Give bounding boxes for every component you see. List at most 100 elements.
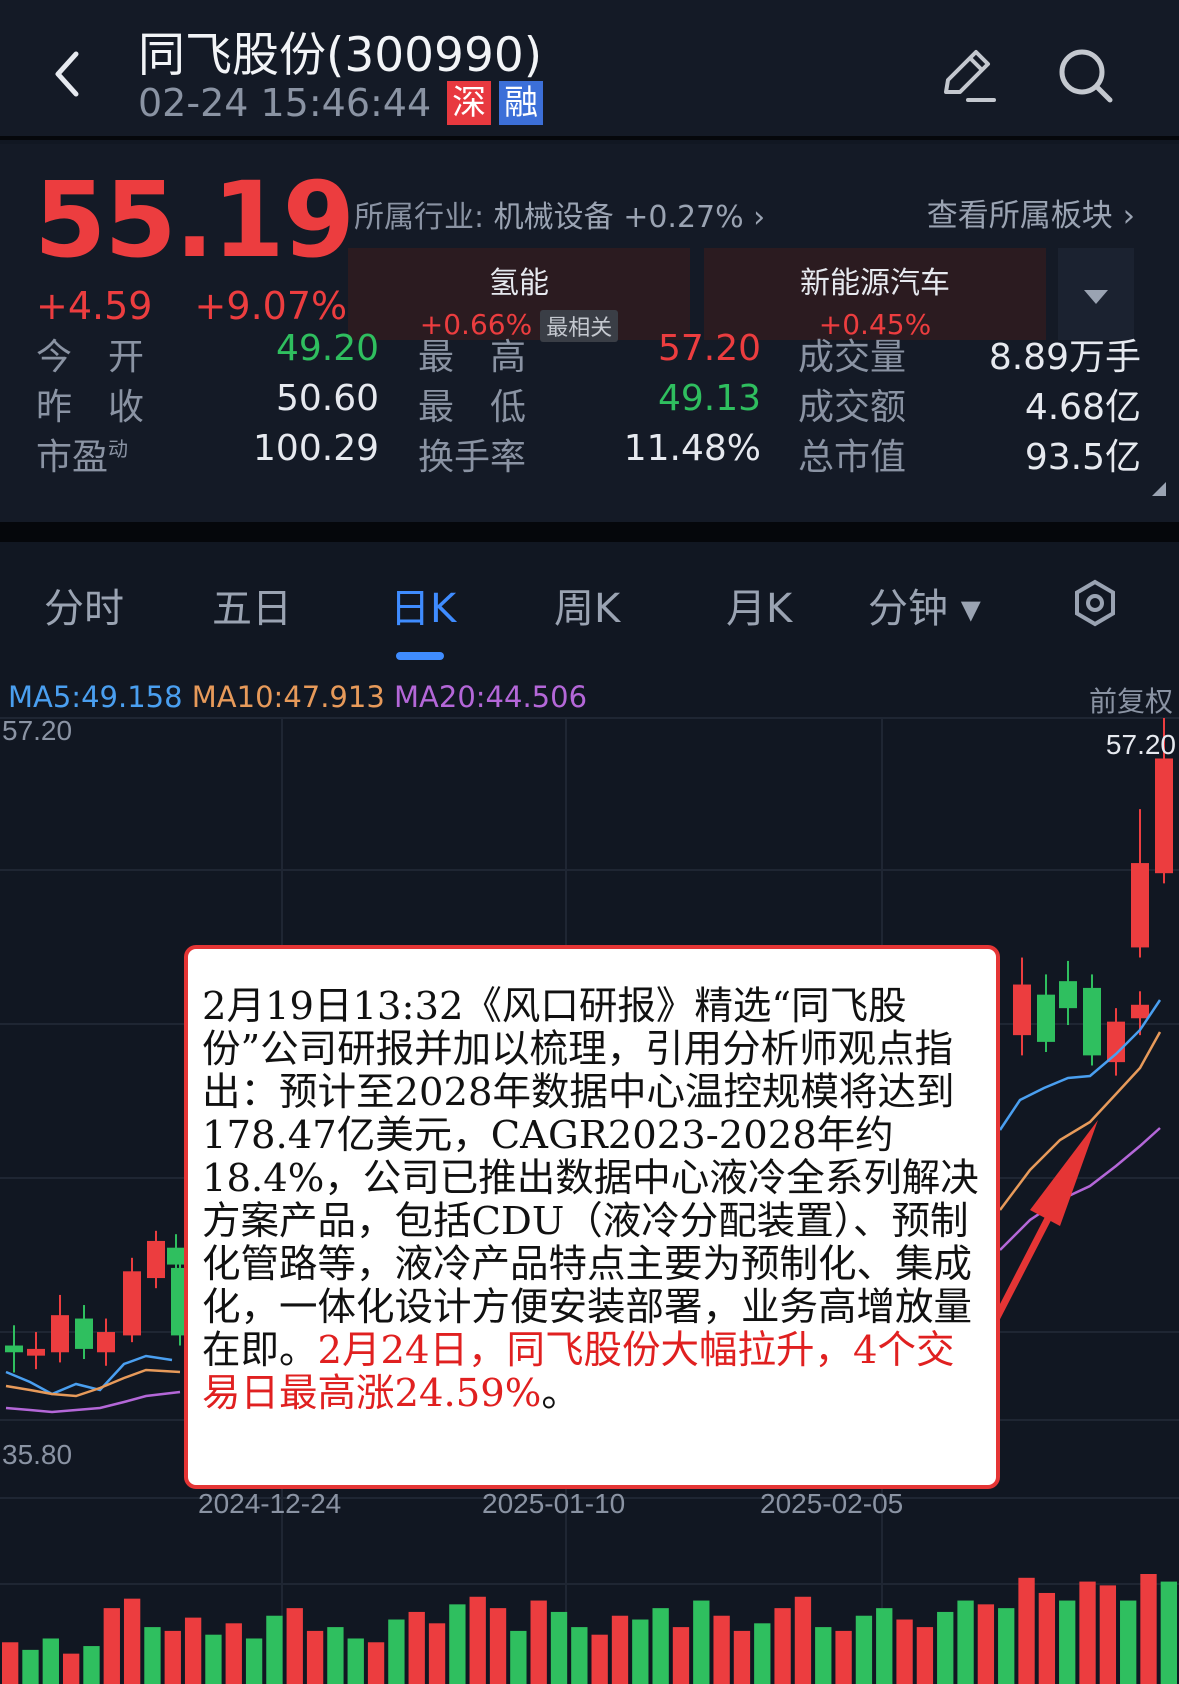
back-button[interactable] [40, 38, 100, 110]
view-plates-link[interactable]: 查看所属板块 › [927, 190, 1135, 235]
tab-minute[interactable]: 分钟 ▾ [868, 576, 981, 634]
volume-bar [1038, 1592, 1056, 1684]
volume-bar [489, 1608, 507, 1684]
annotation-end: 。 [541, 1371, 580, 1416]
candle [1083, 974, 1101, 1066]
volume-bar [367, 1642, 385, 1684]
volume-bar [123, 1598, 141, 1684]
volume-bar [937, 1611, 954, 1684]
chart-high-left: 57.20 [2, 715, 72, 746]
edit-button[interactable] [932, 40, 1002, 110]
settings-icon[interactable] [1070, 578, 1120, 628]
volume-bar [1059, 1600, 1076, 1684]
last-price: 55.19 [34, 159, 355, 281]
tab-weekly-k[interactable]: 周K [554, 576, 620, 634]
quote-panel: 55.19 +4.59 +9.07% 所属行业: 机械设备 +0.27% › 查… [0, 144, 1179, 522]
candle-body [123, 1271, 141, 1336]
volume-bar [164, 1630, 181, 1684]
volume-bar [184, 1617, 202, 1684]
industry-link[interactable]: 所属行业: 机械设备 +0.27% › [354, 192, 765, 236]
stock-title: 同飞股份(300990) [138, 28, 543, 83]
price-change-pct: +9.07% [194, 284, 348, 328]
annotation-text: 2月19日13:32《风口研报》精选“同飞股份”公司研报并加以梳理，引用分析师观… [202, 984, 979, 1373]
ma20-line-left [5, 1390, 181, 1414]
candle-body [1155, 758, 1173, 874]
volume-bar [22, 1649, 39, 1684]
low-label: 最 低 [418, 387, 527, 428]
prev-close-value: 50.60 [275, 378, 379, 419]
volume-bar [876, 1608, 893, 1684]
ma10-line-right [999, 1031, 1162, 1211]
date-label-3: 2025-02-05 [760, 1488, 903, 1519]
candle [27, 1332, 45, 1370]
volume-bars-group [2, 1574, 1177, 1684]
plates-expand-button[interactable] [1058, 248, 1134, 340]
tab-daily-k[interactable]: 日K [390, 576, 456, 634]
tab-intraday[interactable]: 分时 [44, 576, 124, 634]
volume-bar [571, 1627, 588, 1684]
candle-body [1013, 984, 1031, 1036]
tab-monthly-k[interactable]: 月K [726, 576, 792, 634]
high-value: 57.20 [657, 328, 761, 369]
price-change: +4.59 [36, 284, 153, 328]
volume-bar [347, 1638, 364, 1684]
volume-bar [652, 1608, 669, 1684]
candle-body [147, 1240, 165, 1279]
volume-bar [632, 1619, 649, 1684]
annotation-box: 2月19日13:32《风口研报》精选“同飞股份”公司研报并加以梳理，引用分析师观… [184, 945, 1000, 1489]
volume-bar [510, 1630, 527, 1684]
search-button[interactable] [1050, 40, 1120, 110]
pe-label-sup: 动 [108, 437, 129, 461]
subtitle-row: 02-24 15:46:44 深 融 [138, 80, 551, 126]
candle-body [97, 1332, 115, 1353]
volume-bar [733, 1630, 751, 1684]
header: 同飞股份(300990) 02-24 15:46:44 深 融 [0, 0, 1179, 140]
candle [1037, 974, 1055, 1053]
volume-bar [469, 1596, 486, 1684]
quote-row-3: 市盈动 100.29 换手率 11.48% 总市值 93.5亿 [0, 428, 1179, 478]
plate-card-hydrogen[interactable]: 氢能 +0.66% 最相关 [348, 248, 690, 342]
plate-card-nev[interactable]: 新能源汽车 +0.45% [704, 248, 1046, 341]
date-label-1: 2024-12-24 [198, 1488, 341, 1519]
price-change-row: +4.59 +9.07% [36, 284, 377, 328]
candle [1059, 960, 1077, 1026]
quote-row-1: 今 开 49.20 最 高 57.20 成交量 8.89万手 [0, 328, 1179, 378]
candle-body [1131, 1004, 1149, 1019]
candle-body [1059, 981, 1077, 1009]
tab-five-day[interactable]: 五日 [212, 576, 292, 634]
volume-bar [693, 1600, 710, 1684]
candle [51, 1294, 69, 1363]
volume-bar [1018, 1577, 1035, 1684]
pe-label-text: 市盈 [36, 437, 109, 478]
active-tab-indicator [396, 652, 444, 660]
volume-bar [794, 1596, 812, 1684]
volume-bar [916, 1627, 934, 1684]
industry-label: 所属行业: [354, 200, 485, 235]
quote-datetime: 02-24 15:46:44 [138, 81, 432, 125]
pe-label: 市盈动 [36, 428, 128, 480]
volume-bar [245, 1638, 263, 1684]
volume-bar [205, 1634, 222, 1684]
volume-bar [855, 1615, 873, 1684]
volume-bar [408, 1611, 425, 1684]
volume-bar [998, 1608, 1015, 1684]
candle-body [75, 1318, 93, 1349]
volume-bar [835, 1630, 852, 1684]
pencil-icon [944, 50, 996, 102]
candle [1131, 809, 1149, 958]
volume-bar [103, 1608, 120, 1684]
adjust-mode-button[interactable]: 前复权 [1089, 680, 1173, 720]
volume-value: 8.89万手 [988, 337, 1141, 378]
volume-bar [327, 1627, 344, 1684]
volume-bar [449, 1604, 466, 1684]
prev-close-label: 昨 收 [36, 387, 145, 428]
open-label: 今 开 [36, 337, 145, 378]
volume-bar [530, 1600, 547, 1684]
volume-bar [550, 1611, 568, 1684]
candle-body [5, 1345, 23, 1353]
volume-bar [754, 1623, 771, 1684]
candle-body [167, 1247, 185, 1265]
ma5-label: MA5:49.158 [8, 680, 183, 714]
volume-bar [591, 1634, 608, 1684]
high-label: 最 高 [418, 337, 527, 378]
